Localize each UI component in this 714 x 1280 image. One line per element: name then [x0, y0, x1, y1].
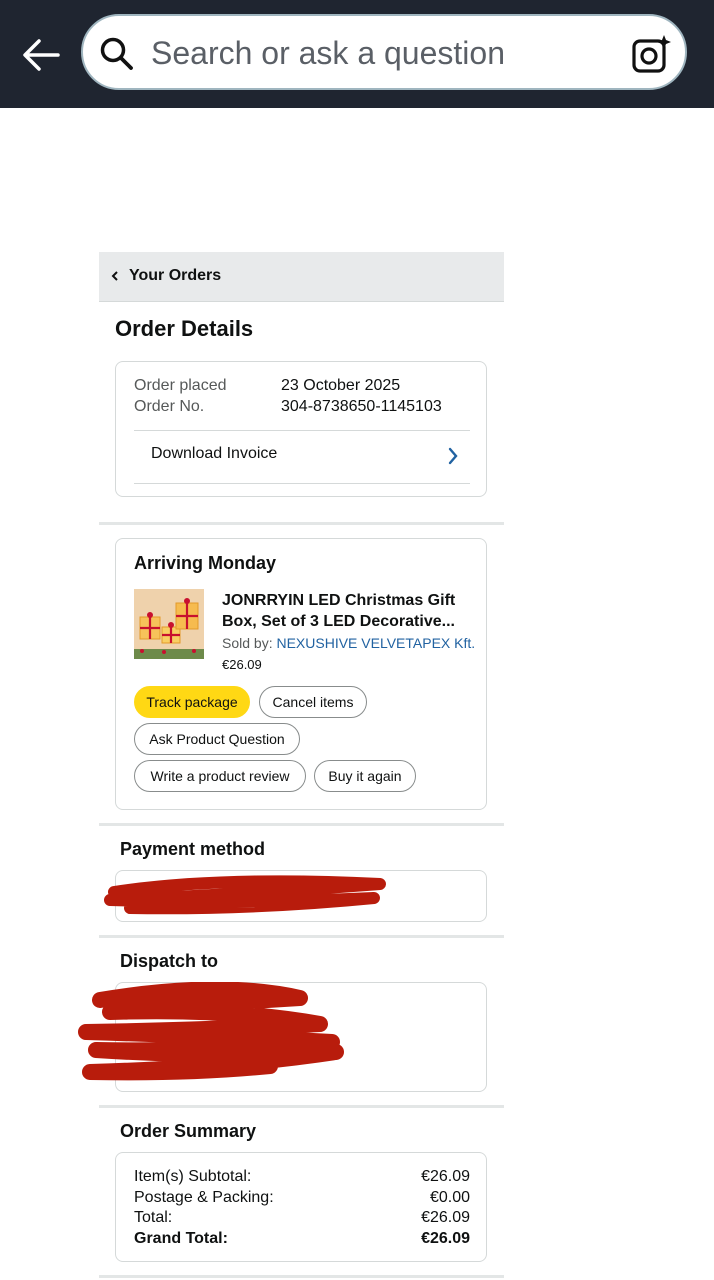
cancel-items-button[interactable]: Cancel items — [259, 686, 367, 718]
product-title[interactable]: JONRRYIN LED Christmas Gift Box, Set of … — [222, 590, 472, 632]
order-number: 304-8738650-1145103 — [281, 398, 442, 415]
product-image[interactable] — [134, 589, 204, 659]
seller-link[interactable]: NEXUSHIVE VELVETAPEX Kft. — [276, 635, 475, 651]
section-divider — [99, 1275, 504, 1278]
section-divider — [99, 522, 504, 525]
sold-by: Sold by: NEXUSHIVE VELVETAPEX Kft. — [222, 635, 476, 651]
item-price: €26.09 — [222, 657, 262, 672]
order-info-card: Order placed 23 October 2025 Order No. 3… — [115, 361, 487, 497]
grand-total-row: Grand Total: €26.09 — [134, 1230, 470, 1247]
dispatch-to-title: Dispatch to — [120, 951, 219, 971]
top-bar — [0, 0, 714, 108]
order-placed-date: 23 October 2025 — [281, 377, 401, 394]
back-arrow-icon[interactable] — [20, 36, 62, 74]
breadcrumb-label: Your Orders — [129, 267, 222, 284]
total-row: Total: €26.09 — [134, 1209, 470, 1226]
section-divider — [99, 1105, 504, 1108]
order-summary-title: Order Summary — [120, 1121, 257, 1141]
breadcrumb[interactable]: Your Orders — [99, 252, 504, 302]
payment-method-card[interactable] — [115, 870, 487, 922]
track-package-button[interactable]: Track package — [134, 686, 250, 718]
ask-product-question-button[interactable]: Ask Product Question — [134, 723, 300, 755]
payment-method-title: Payment method — [120, 839, 266, 859]
search-input[interactable] — [149, 30, 613, 76]
section-divider — [99, 823, 504, 826]
search-bar[interactable] — [81, 14, 687, 90]
download-invoice-row[interactable]: Download Invoice — [134, 430, 470, 484]
order-summary-card: Item(s) Subtotal: €26.09 Postage & Packi… — [115, 1152, 487, 1262]
section-divider — [99, 935, 504, 938]
chevron-left-icon — [111, 271, 118, 281]
order-placed-label: Order placed — [134, 377, 227, 394]
camera-search-icon[interactable] — [631, 34, 671, 74]
download-invoice-label: Download Invoice — [151, 445, 278, 462]
buy-again-button[interactable]: Buy it again — [314, 760, 416, 792]
page-title: Order Details — [115, 316, 254, 341]
subtotal-row: Item(s) Subtotal: €26.09 — [134, 1168, 470, 1185]
write-review-button[interactable]: Write a product review — [134, 760, 306, 792]
search-icon — [100, 37, 133, 70]
order-number-label: Order No. — [134, 398, 205, 415]
delivery-status: Arriving Monday — [134, 553, 277, 573]
shipment-card: Arriving Monday JONRRYIN LED Christmas G… — [115, 538, 487, 810]
postage-row: Postage & Packing: €0.00 — [134, 1189, 470, 1206]
dispatch-address-card — [115, 982, 487, 1092]
chevron-right-icon — [448, 447, 458, 465]
